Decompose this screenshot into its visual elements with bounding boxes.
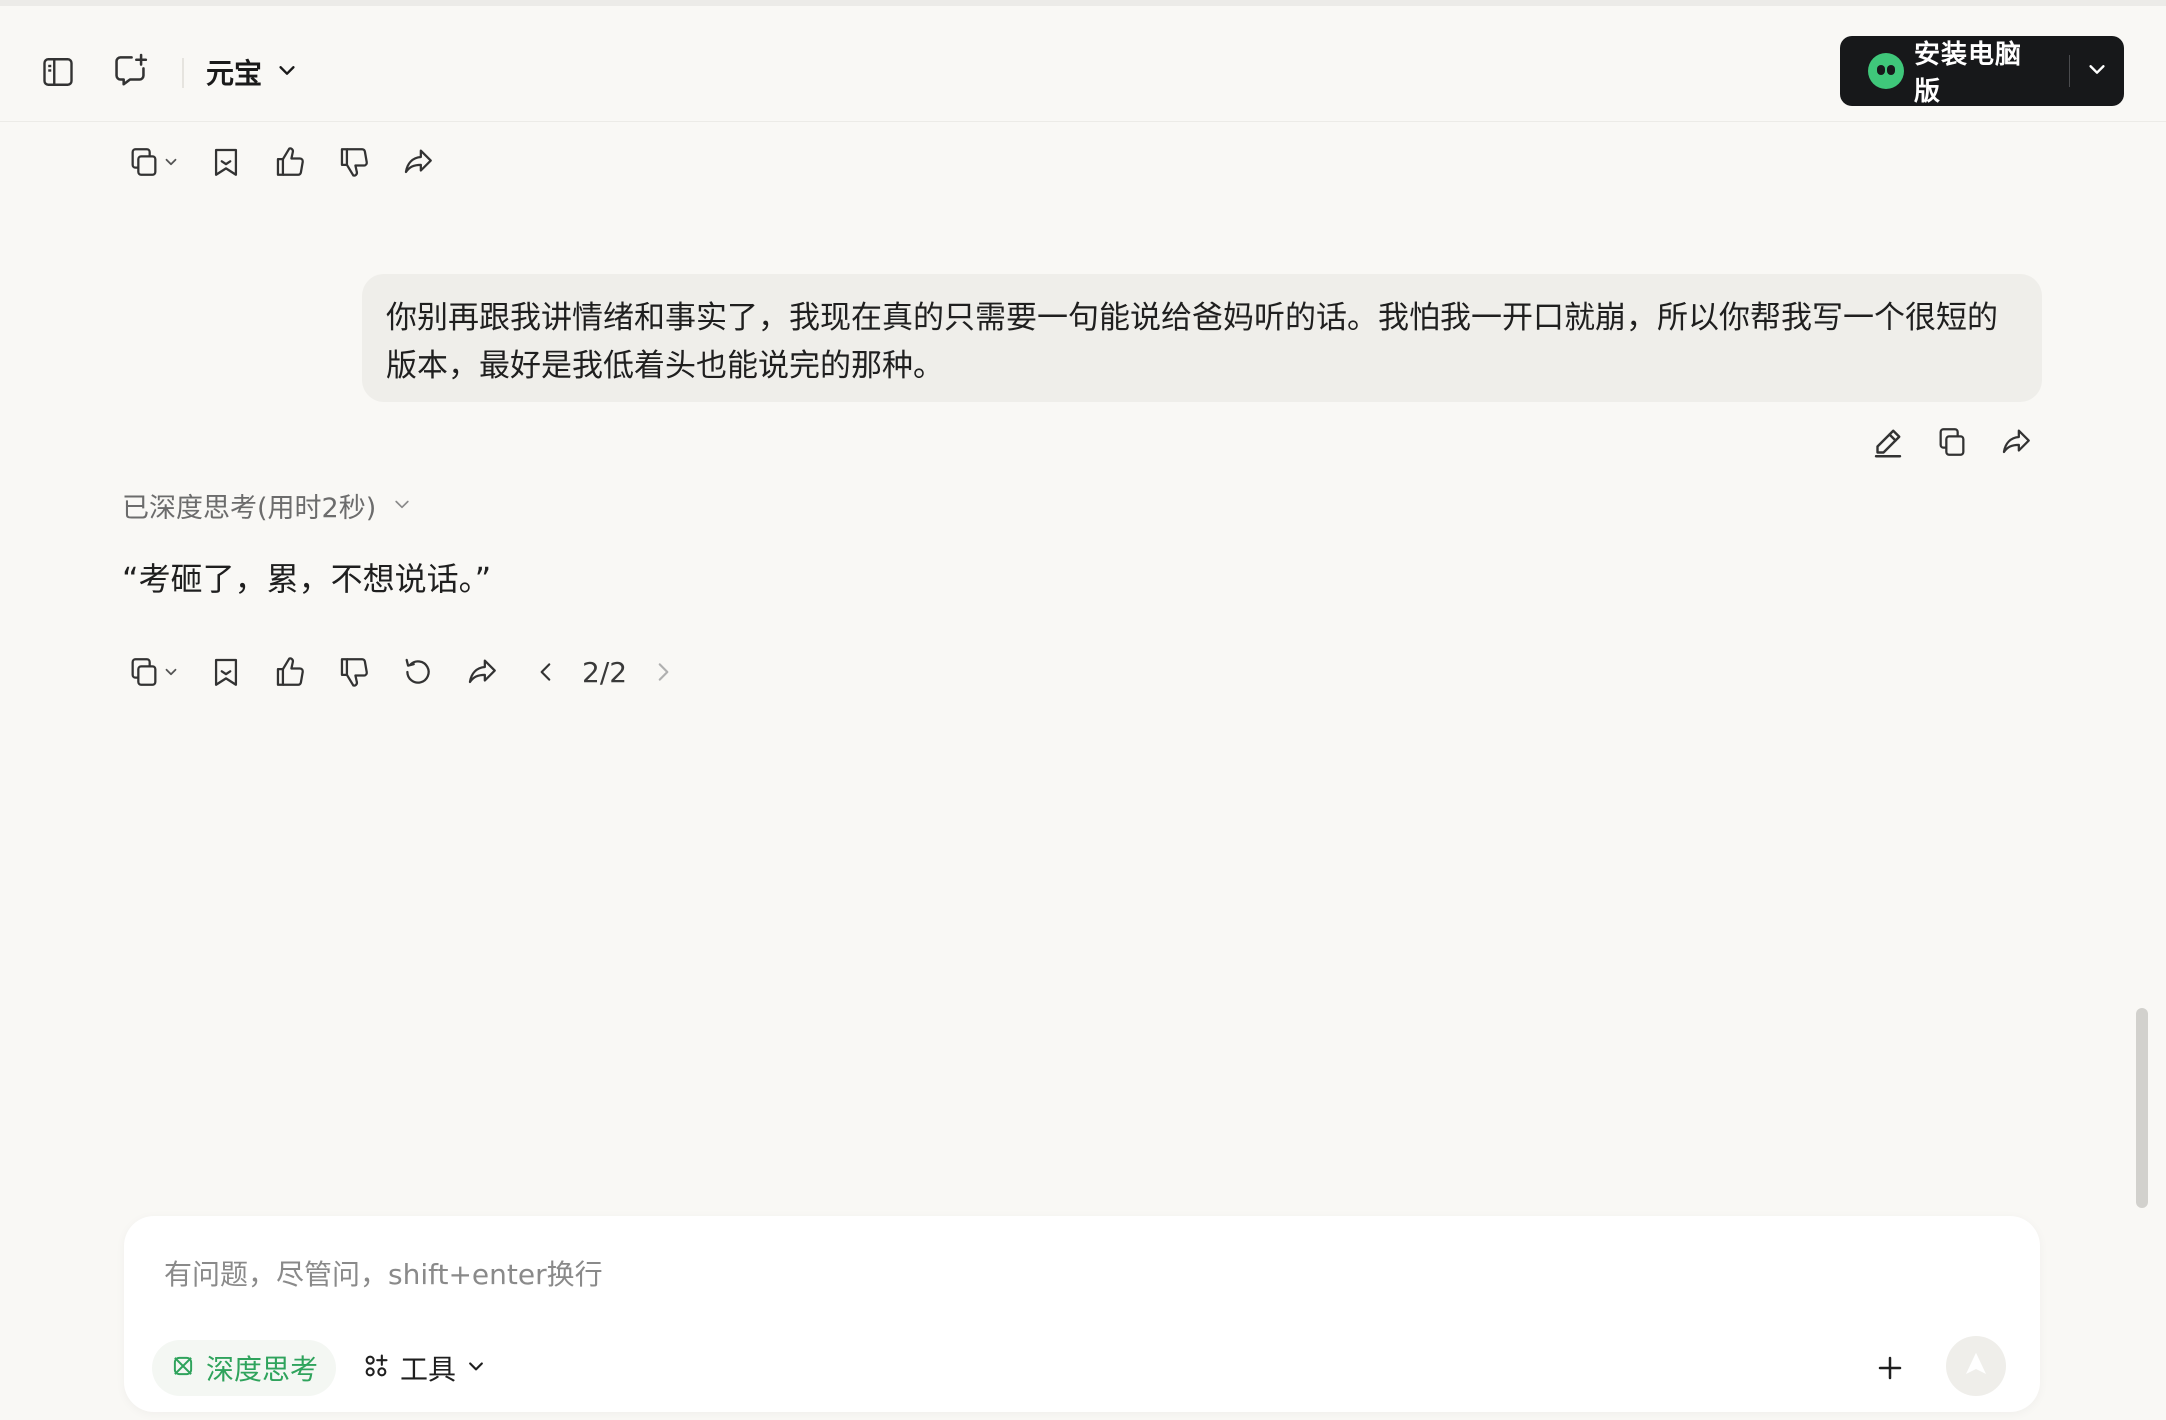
copy-icon[interactable]	[1928, 418, 1976, 466]
tools-menu[interactable]: 工具	[362, 1340, 486, 1396]
chevron-down-icon[interactable]	[162, 663, 188, 681]
send-icon	[1961, 1349, 1991, 1383]
share-icon[interactable]	[1992, 418, 2040, 466]
deep-think-toggle[interactable]: 深度思考	[152, 1340, 337, 1396]
copy-menu[interactable]	[120, 138, 188, 186]
deep-think-label: 深度思考	[206, 1353, 319, 1386]
plus-icon[interactable]	[1866, 1344, 1914, 1392]
user-message-bubble: 你别再跟我讲情绪和事实了，我现在真的只需要一句能说给爸妈听的话。我怕我一开口就崩…	[362, 274, 2042, 402]
install-desktop-label: 安装电脑版	[1914, 40, 2023, 107]
model-selector[interactable]: 元宝	[206, 52, 298, 92]
bookmark-icon[interactable]	[202, 648, 250, 696]
thumbs-up-icon[interactable]	[266, 138, 314, 186]
new-chat-icon[interactable]	[106, 46, 154, 94]
message-input[interactable]	[164, 1246, 1964, 1302]
chevron-right-icon[interactable]	[639, 648, 687, 696]
thumbs-down-icon[interactable]	[330, 138, 378, 186]
edit-icon[interactable]	[1864, 418, 1912, 466]
chevron-down-icon	[466, 1356, 486, 1380]
tools-label: 工具	[400, 1353, 457, 1386]
chevron-down-icon	[2086, 58, 2108, 84]
chevron-down-icon[interactable]	[162, 153, 188, 171]
model-name: 元宝	[206, 57, 263, 90]
chevron-down-icon	[276, 59, 298, 85]
install-options-button[interactable]	[2070, 36, 2124, 106]
yuanbao-logo-icon	[1868, 53, 1904, 89]
copy-icon[interactable]	[120, 138, 168, 186]
thumbs-up-icon[interactable]	[266, 648, 314, 696]
install-desktop-button: 安装电脑版	[1840, 36, 2124, 107]
copy-menu[interactable]	[120, 648, 188, 696]
share-icon[interactable]	[458, 648, 506, 696]
install-desktop-main[interactable]: 安装电脑版	[1840, 36, 2043, 107]
scrollbar-thumb[interactable]	[2136, 1008, 2148, 1208]
chevron-down-icon	[392, 494, 412, 518]
deep-thinking-toggle[interactable]: 已深度思考(用时2秒)	[122, 486, 412, 525]
previous-answer-actions	[120, 138, 442, 186]
sidebar-toggle-icon[interactable]	[36, 50, 80, 94]
send-button[interactable]	[1946, 1336, 2006, 1396]
user-message-actions	[1864, 418, 2040, 466]
answer-pager: 2/2	[582, 655, 628, 689]
regenerate-icon[interactable]	[394, 648, 442, 696]
thinking-status-label: 已深度思考(用时2秒)	[122, 493, 377, 524]
chat-composer: 深度思考 工具	[124, 1216, 2040, 1412]
answer-actions: 2/2	[120, 648, 687, 696]
tools-icon	[362, 1352, 390, 1384]
assistant-answer: “考砸了，累，不想说话。”	[122, 560, 492, 598]
bookmark-icon[interactable]	[202, 138, 250, 186]
header-divider	[182, 58, 184, 88]
copy-icon[interactable]	[120, 648, 168, 696]
chevron-left-icon[interactable]	[522, 648, 570, 696]
top-bar: 元宝 安装电脑版	[0, 6, 2166, 122]
atom-icon	[170, 1353, 196, 1383]
share-icon[interactable]	[394, 138, 442, 186]
thumbs-down-icon[interactable]	[330, 648, 378, 696]
